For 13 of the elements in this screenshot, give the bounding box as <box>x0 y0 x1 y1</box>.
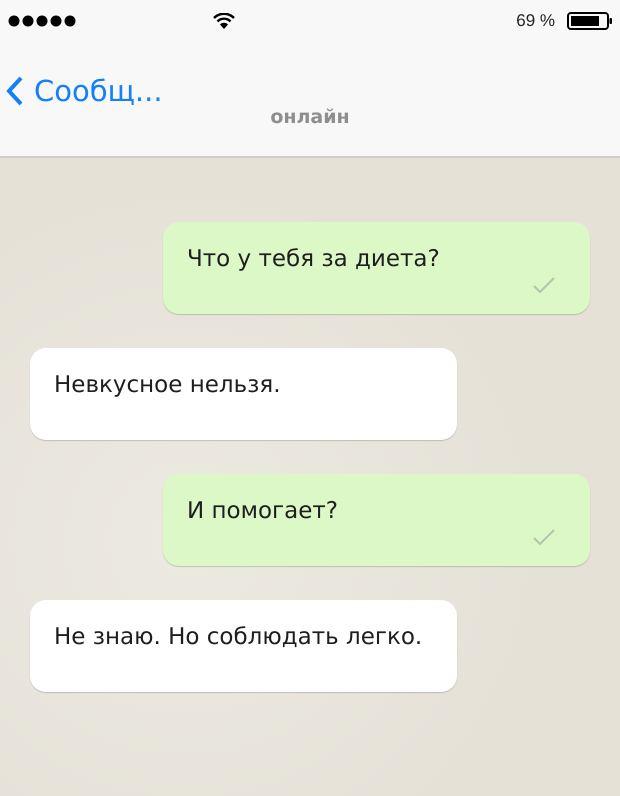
wifi-icon <box>213 13 235 29</box>
message-text: Что у тебя за диета? <box>187 245 441 274</box>
checkmark-icon <box>532 528 556 546</box>
message-text: И помогает? <box>187 497 339 526</box>
battery-icon <box>567 12 613 30</box>
checkmark-icon <box>532 276 556 294</box>
contact-status: онлайн <box>270 106 350 128</box>
battery-percentage: 69 % <box>516 11 555 31</box>
back-icon <box>6 76 24 106</box>
message-text: Невкусное нельзя. <box>54 371 282 400</box>
message-text: Не знаю. Но соблюдать легко. <box>54 623 424 652</box>
back-button[interactable]: Сообщ... <box>6 74 163 108</box>
signal-icon <box>8 14 76 28</box>
